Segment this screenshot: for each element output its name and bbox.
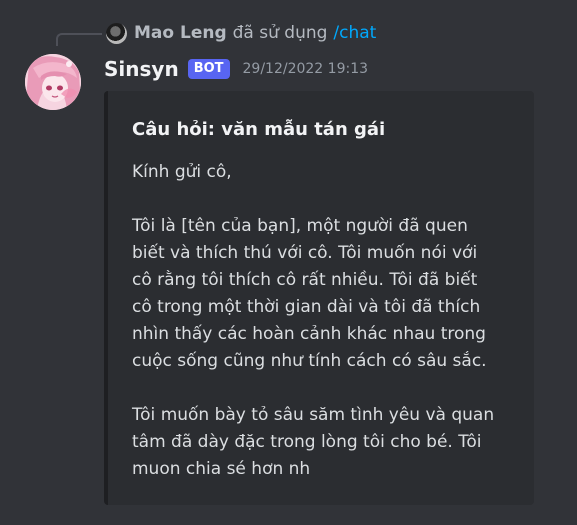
- reply-action-text: đã sử dụng: [232, 23, 328, 43]
- embed-paragraph-1: Tôi là [tên của bạn], một người đã quen …: [132, 216, 487, 371]
- reply-username[interactable]: Mao Leng: [134, 23, 227, 43]
- embed-greeting: Kính gửi cô,: [132, 162, 232, 182]
- reply-connector: [56, 33, 102, 46]
- reply-reference[interactable]: Mao Leng đã sử dụng /chat: [106, 21, 376, 45]
- embed-title: Câu hỏi: văn mẫu tán gái: [132, 119, 386, 140]
- reply-avatar-icon[interactable]: [106, 22, 127, 44]
- anime-avatar-icon: [25, 54, 81, 110]
- message-timestamp[interactable]: 29/12/2022 19:13: [243, 61, 369, 77]
- reply-command-link[interactable]: /chat: [333, 23, 376, 43]
- embed-description: Kính gửi cô, Tôi là [tên của bạn], một n…: [132, 159, 522, 483]
- message-header: Sinsyn BOT 29/12/2022 19:13: [104, 55, 368, 83]
- discord-message: Mao Leng đã sử dụng /chat Sinsyn BOT 29/…: [0, 0, 577, 525]
- message-embed: Câu hỏi: văn mẫu tán gái Kính gửi cô, Tô…: [104, 91, 534, 505]
- bot-badge: BOT: [187, 59, 230, 79]
- embed-paragraph-2: Tôi muốn bày tỏ sâu săm tình yêu và quan…: [132, 405, 495, 479]
- bot-avatar[interactable]: [25, 54, 81, 110]
- bot-username[interactable]: Sinsyn: [104, 57, 179, 81]
